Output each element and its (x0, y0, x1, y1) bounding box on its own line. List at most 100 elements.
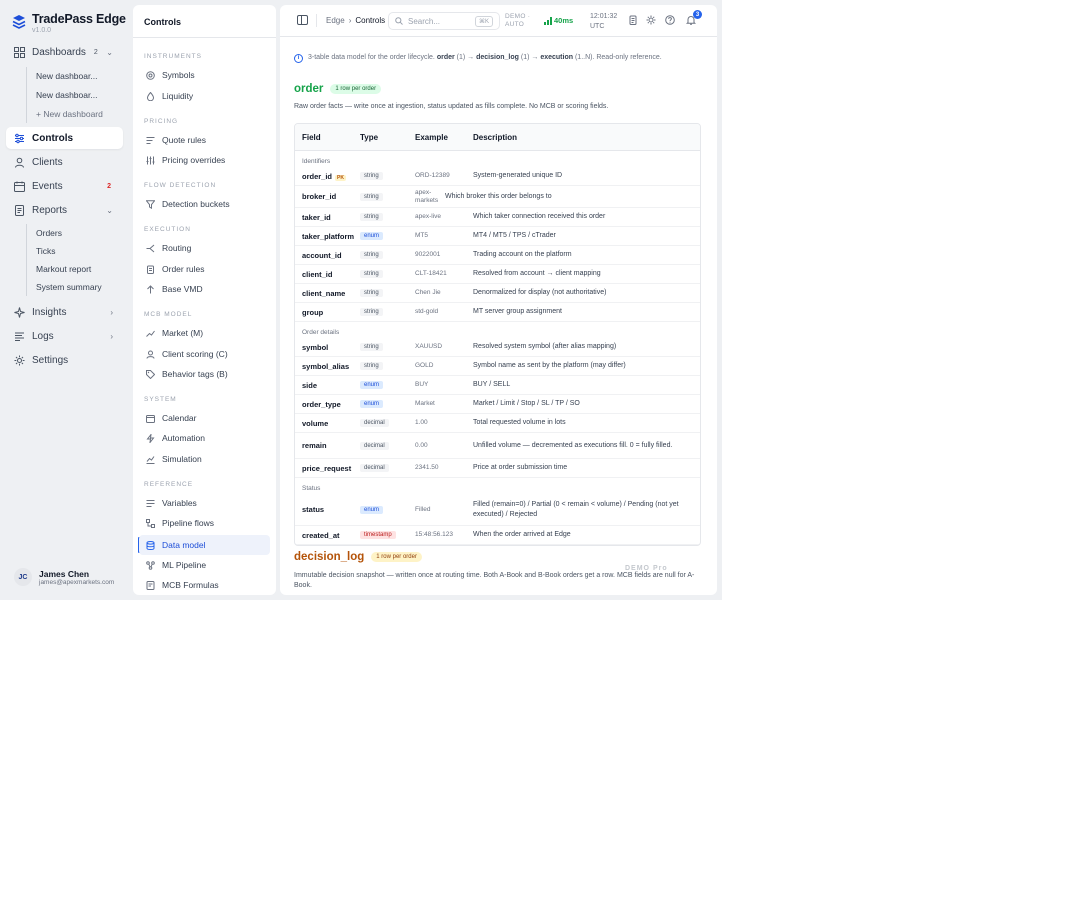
field-name: order_type (302, 399, 341, 409)
latency-value: 40ms (554, 16, 574, 25)
lightning-icon (146, 433, 155, 443)
controls-item-base-vmd[interactable]: Base VMD (139, 279, 270, 299)
sub-item-dashboard[interactable]: New dashboar... (27, 86, 103, 104)
table-row: account_id string 9022001 Trading account o… (295, 246, 700, 265)
mode-indicator[interactable]: DEMO · AUTO (505, 13, 530, 29)
data-model-content: i 3-table data model for the order lifec… (294, 53, 704, 589)
database-icon (146, 540, 155, 550)
sub-item-system-summary[interactable]: System summary (27, 278, 102, 296)
clipboard-icon[interactable] (628, 15, 638, 25)
latency-indicator: 40ms (544, 16, 573, 25)
controls-item-mcb-formulas[interactable]: MCB Formulas (139, 575, 270, 595)
demo-watermark: DEMO Pro (625, 565, 668, 572)
list-icon (14, 331, 25, 342)
sidebar-item-controls[interactable]: Controls (6, 127, 123, 149)
droplet-icon (146, 91, 155, 101)
sidebar-item-settings[interactable]: Settings (6, 349, 123, 371)
sidebar-item-logs[interactable]: Logs › (6, 325, 123, 347)
example-cell: apex-live (415, 213, 442, 220)
field-name: order_id (302, 171, 333, 181)
header-description: Description (473, 132, 518, 142)
field-name: taker_platform (302, 231, 355, 241)
type-cell: enum (360, 505, 415, 514)
type-cell: string (360, 289, 415, 297)
breadcrumb-root[interactable]: Edge (326, 16, 345, 25)
controls-item-routing[interactable]: Routing (139, 238, 270, 258)
dashboards-count: 2 (93, 48, 98, 56)
table-row: taker_platform enum MT5 MT4 / MT5 / TPS / c… (295, 227, 700, 246)
controls-item-label: ML Pipeline (162, 560, 207, 570)
controls-item-label: Routing (162, 243, 192, 253)
order-description: Raw order facts — write once at ingestio… (294, 103, 609, 110)
mode-line2: AUTO (505, 21, 525, 28)
sidebar-item-events[interactable]: Events 2 (6, 175, 123, 197)
field-name: remain (302, 441, 327, 450)
field-name-cell: taker_platform (295, 232, 360, 241)
search-input[interactable]: Search... ⌘K (388, 12, 500, 30)
controls-item-client-scoring[interactable]: Client scoring (C) (139, 344, 270, 364)
controls-item-calendar[interactable]: Calendar (139, 408, 270, 428)
chevron-down-icon[interactable]: ⌄ (106, 48, 113, 57)
type-cell: string (360, 213, 415, 221)
description-cell: Total requested volume in lots (473, 419, 566, 427)
breadcrumb: Edge › Controls (326, 16, 385, 25)
user-profile[interactable]: JC James Chen james@apexmarkets.com (14, 568, 114, 586)
controls-item-label: Pricing overrides (162, 155, 226, 165)
sidebar-toggle-icon[interactable] (297, 15, 308, 25)
table-row: status enum Filled Filled (remain=0) / Part… (295, 494, 700, 526)
sub-item-ticks[interactable]: Ticks (27, 242, 102, 260)
chevron-right-icon[interactable]: › (110, 308, 113, 317)
field-name: client_name (302, 288, 346, 298)
controls-item-ml-pipeline[interactable]: ML Pipeline (139, 555, 270, 575)
controls-item-symbols[interactable]: Symbols (139, 65, 270, 85)
table-row: remain decimal 0.00 Unfilled volume — decre… (295, 433, 700, 459)
controls-item-pricing-overrides[interactable]: Pricing overrides (139, 150, 270, 170)
controls-item-liquidity[interactable]: Liquidity (139, 86, 270, 106)
chevron-down-icon[interactable]: ⌄ (106, 206, 113, 215)
section-system: SYSTEM (144, 396, 177, 403)
controls-item-data-model[interactable]: Data model (139, 535, 270, 555)
field-name-cell: account_id (295, 251, 360, 260)
table-row: symbol string XAUUSD Resolved system symbol… (295, 338, 700, 357)
controls-item-quote-rules[interactable]: Quote rules (139, 130, 270, 150)
calendar-icon (14, 181, 25, 192)
controls-item-detection-buckets[interactable]: Detection buckets (139, 194, 270, 214)
description-cell: System-generated unique ID (473, 172, 563, 180)
sub-item-dashboard[interactable]: New dashboar... (27, 67, 103, 85)
example-cell: 2341.50 (415, 464, 439, 471)
new-dashboard-link[interactable]: + New dashboard (27, 105, 103, 123)
example-cell: 15:48:56.123 (415, 531, 453, 538)
controls-item-order-rules[interactable]: Order rules (139, 259, 270, 279)
controls-item-behavior-tags[interactable]: Behavior tags (B) (139, 364, 270, 384)
user-icon (14, 157, 25, 168)
example-cell: GOLD (415, 362, 434, 369)
type-cell: enum (360, 400, 415, 408)
section-reference: REFERENCE (144, 481, 194, 488)
type-cell: string (360, 251, 415, 259)
sidebar-item-label: Dashboards (32, 46, 86, 58)
controls-item-variables[interactable]: Variables (139, 493, 270, 513)
sidebar-item-insights[interactable]: Insights › (6, 301, 123, 323)
controls-item-automation[interactable]: Automation (139, 428, 270, 448)
chevron-right-icon[interactable]: › (110, 332, 113, 341)
field-name-cell: order_id PK (295, 172, 360, 181)
type-badge: enum (360, 381, 384, 389)
description-cell: Trading account on the platform (473, 251, 572, 259)
type-cell: decimal (360, 441, 415, 450)
sub-item-markout-report[interactable]: Markout report (27, 260, 102, 278)
sidebar-item-reports[interactable]: Reports ⌄ (6, 199, 123, 221)
sidebar-item-dashboards[interactable]: Dashboards 2 ⌄ (6, 41, 123, 63)
sub-item-orders[interactable]: Orders (27, 224, 102, 242)
main-content: Edge › Controls Search... ⌘K DEMO · AUTO… (280, 5, 717, 595)
field-name: taker_id (302, 212, 331, 222)
example-cell: 0.00 (415, 441, 428, 449)
description-cell: Resolved system symbol (after alias mapp… (473, 343, 617, 351)
sun-icon[interactable] (646, 15, 656, 25)
controls-item-simulation[interactable]: Simulation (139, 449, 270, 469)
help-icon[interactable] (665, 15, 675, 25)
description-cell: Filled (remain=0) / Partial (0 < remain … (473, 501, 679, 518)
controls-item-pipeline-flows[interactable]: Pipeline flows (139, 513, 270, 533)
example-cell: BUY (415, 381, 429, 388)
sidebar-item-clients[interactable]: Clients (6, 151, 123, 173)
controls-item-market[interactable]: Market (M) (139, 323, 270, 343)
